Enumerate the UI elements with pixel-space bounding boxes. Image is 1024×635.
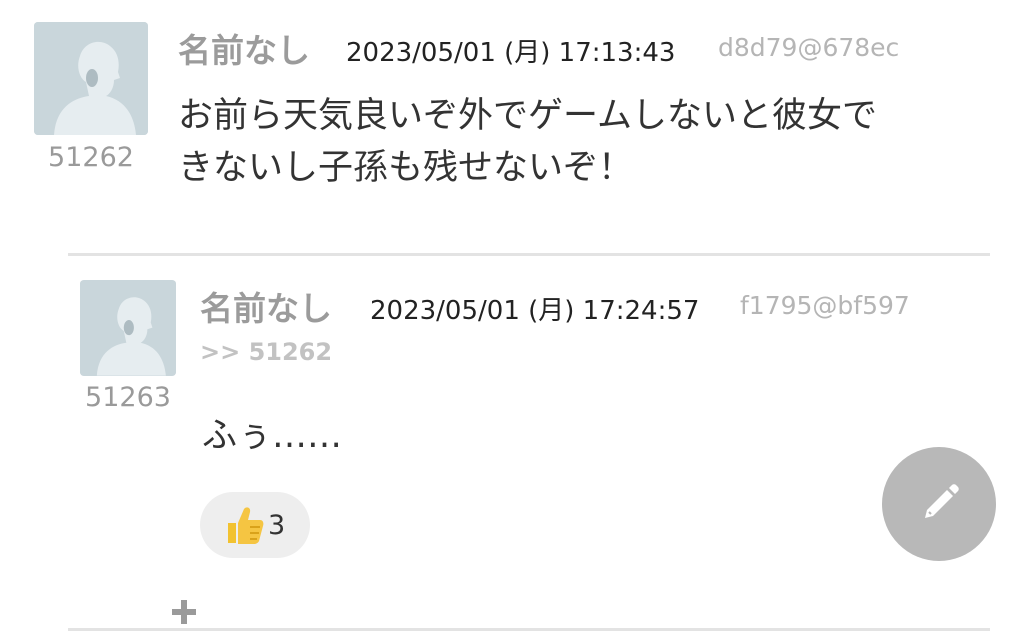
poster-id: d8d79@678ec xyxy=(718,33,900,62)
reaction-count: 3 xyxy=(268,509,286,541)
user-silhouette-icon xyxy=(80,280,176,376)
plus-icon[interactable] xyxy=(170,598,198,626)
poster-name: 名前なし xyxy=(200,289,332,328)
post-number[interactable]: 51262 xyxy=(34,142,148,173)
post-body: お前ら天気良いぞ外でゲームしないと彼女で きないし子孫も残せないぞ！ xyxy=(178,90,998,194)
thumbs-up-icon xyxy=(228,507,264,544)
thread-page: 51262 名前なし 2023/05/01 (月) 17:13:43 d8d79… xyxy=(0,0,1024,635)
post-body-line: お前ら天気良いぞ外でゲームしないと彼女で xyxy=(178,96,877,136)
avatar[interactable] xyxy=(80,280,176,376)
user-silhouette-icon xyxy=(34,22,148,135)
poster-name: 名前なし xyxy=(178,31,310,70)
post-date: 2023/05/01 (月) 17:24:57 xyxy=(370,296,700,326)
pencil-icon xyxy=(925,484,959,518)
reaction-button[interactable]: 3 xyxy=(200,492,310,558)
post-body: ふぅ…… xyxy=(202,416,343,456)
post-number[interactable]: 51263 xyxy=(80,382,176,413)
avatar[interactable] xyxy=(34,22,148,135)
post-date: 2023/05/01 (月) 17:13:43 xyxy=(346,38,676,68)
compose-button[interactable] xyxy=(882,447,996,561)
divider xyxy=(68,628,990,631)
post-body-line: きないし子孫も残せないぞ！ xyxy=(178,148,634,188)
reply-anchor-link[interactable]: >> 51262 xyxy=(200,338,332,366)
poster-id: f1795@bf597 xyxy=(740,291,910,320)
divider xyxy=(68,253,990,256)
